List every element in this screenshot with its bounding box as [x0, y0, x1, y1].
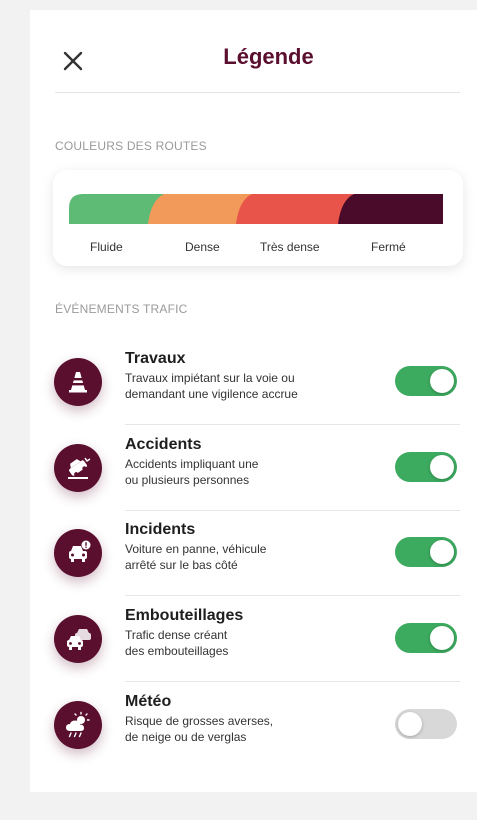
traffic-cone-icon: [54, 358, 102, 406]
toggle-travaux[interactable]: [395, 366, 457, 396]
car-breakdown-icon: [54, 529, 102, 577]
toggle-meteo[interactable]: [395, 709, 457, 739]
row-divider: [125, 595, 460, 596]
traffic-events-section-label: ÉVÉNEMENTS TRAFIC: [55, 302, 188, 316]
toggle-knob: [398, 712, 422, 736]
color-segment-tres-dense: [236, 194, 354, 224]
event-title: Accidents: [125, 436, 202, 453]
header: Légende: [30, 10, 477, 100]
color-label-fluide: Fluide: [90, 240, 123, 254]
event-title: Travaux: [125, 350, 186, 367]
color-label-dense: Dense: [185, 240, 220, 254]
legend-panel: Légende COULEURS DES ROUTES Fluide Dense…: [30, 10, 477, 792]
color-segment-ferme: [338, 194, 443, 224]
toggle-incidents[interactable]: [395, 537, 457, 567]
event-title: Météo: [125, 693, 172, 710]
row-divider: [125, 681, 460, 682]
toggle-accidents[interactable]: [395, 452, 457, 482]
color-label-tres-dense: Très dense: [260, 240, 320, 254]
event-description: Voiture en panne, véhicule arrêté sur le…: [125, 542, 267, 572]
event-description: Risque de grosses averses, de neige ou d…: [125, 714, 274, 744]
row-divider: [125, 510, 460, 511]
event-title: Incidents: [125, 521, 196, 538]
event-row-embouteillages: Embouteillages Trafic dense créant des e…: [30, 607, 477, 687]
color-label-ferme: Fermé: [371, 240, 406, 254]
event-row-accidents: Accidents Accidents impliquant une ou pl…: [30, 436, 477, 516]
event-description: Travaux impiétant sur la voie ou demanda…: [125, 371, 298, 401]
toggle-knob: [430, 369, 454, 393]
toggle-knob: [430, 540, 454, 564]
event-row-incidents: Incidents Voiture en panne, véhicule arr…: [30, 521, 477, 601]
toggle-knob: [430, 455, 454, 479]
traffic-jam-icon: [54, 615, 102, 663]
page-title: Légende: [223, 44, 314, 69]
road-color-bar: [69, 194, 443, 224]
row-divider: [125, 424, 460, 425]
header-divider: [55, 92, 460, 93]
event-description: Accidents impliquant une ou plusieurs pe…: [125, 457, 259, 487]
toggle-embouteillages[interactable]: [395, 623, 457, 653]
car-crash-icon: [54, 444, 102, 492]
toggle-knob: [430, 626, 454, 650]
weather-storm-icon: [54, 701, 102, 749]
event-row-travaux: Travaux Travaux impiétant sur la voie ou…: [30, 350, 477, 430]
event-row-meteo: Météo Risque de grosses averses, de neig…: [30, 693, 477, 773]
road-colors-section-label: COULEURS DES ROUTES: [55, 139, 207, 153]
event-description: Trafic dense créant des embouteillages: [125, 628, 229, 658]
event-title: Embouteillages: [125, 607, 244, 624]
road-colors-card: Fluide Dense Très dense Fermé: [53, 170, 463, 266]
color-segment-dense: [148, 194, 252, 224]
